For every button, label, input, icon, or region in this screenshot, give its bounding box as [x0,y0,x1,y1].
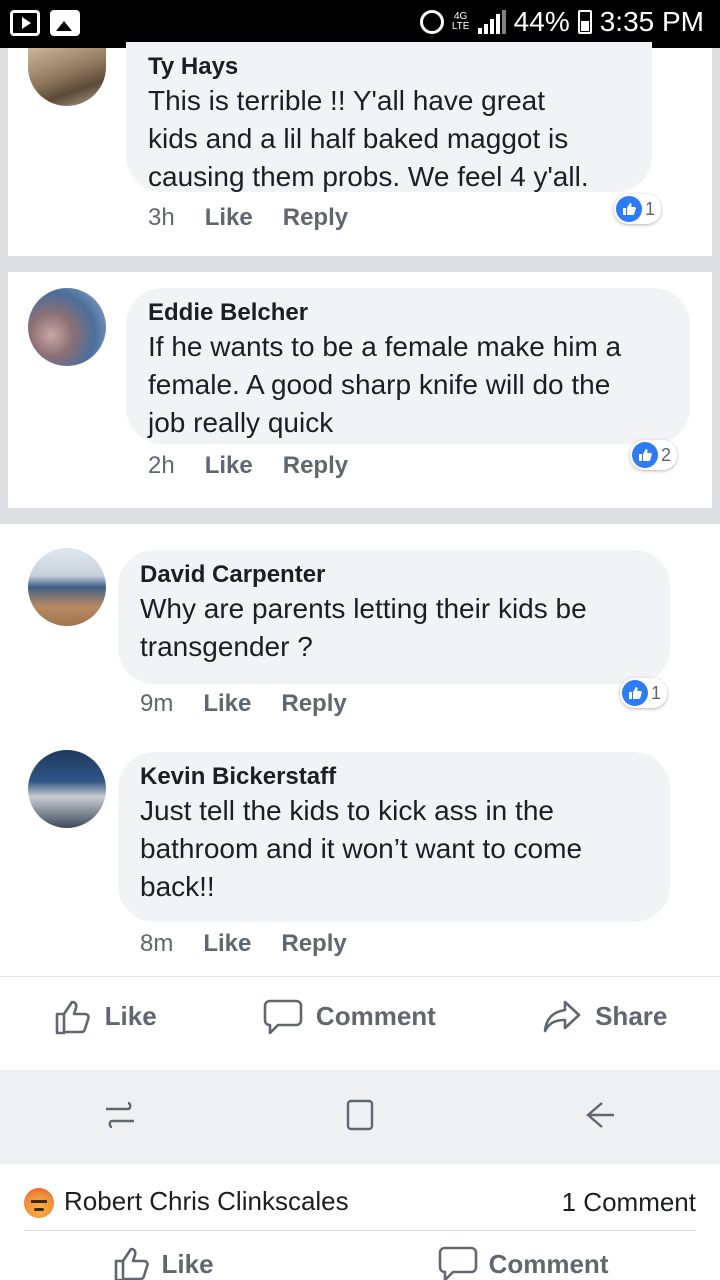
comment-bubble: Kevin Bickerstaff Just tell the kids to … [118,752,670,922]
reaction-count-number: 2 [661,444,672,465]
comment-text-line: Why are parents letting their kids be [140,593,587,624]
reaction-count-number: 1 [651,682,662,703]
comment-label: Comment [488,1248,609,1279]
comment-text-line: causing them probs. We feel 4 y'all. [148,161,589,192]
battery-icon [577,10,592,34]
comment-button[interactable]: Comment [437,1244,609,1280]
like-button[interactable]: Like [53,997,157,1037]
comment-reply-link[interactable]: Reply [281,930,346,958]
avatar[interactable] [28,548,106,626]
comment-reply-link[interactable]: Reply [283,204,348,232]
comment-meta: 3h Like Reply [148,204,348,232]
battery-percent: 44% [513,6,570,37]
signal-icon [477,10,506,34]
comment-time: 2h [148,452,175,479]
angry-reaction-icon [24,1188,54,1219]
comment-time: 8m [140,930,174,957]
reaction-count[interactable]: 2 [630,440,678,470]
alarm-icon [419,10,444,34]
comment-like-link[interactable]: Like [205,452,253,480]
share-button[interactable]: Share [541,997,667,1037]
comment-count[interactable]: 1 Comment [562,1187,696,1218]
reactor[interactable]: Robert Chris Clinkscales [24,1185,349,1219]
like-button[interactable]: Like [112,1244,214,1280]
status-bar: 4G LTE 44% 3:35 PM [0,0,720,48]
thumbs-up-icon [114,1247,149,1280]
recent-apps-icon [106,1101,134,1128]
comment-reply-link[interactable]: Reply [283,452,348,480]
comment-author[interactable]: Eddie Belcher [148,298,668,328]
comment-text-line: job really quick [148,407,334,438]
comment-text-line: bathroom and it won’t want to come [140,833,583,864]
comment-icon [263,999,303,1034]
gallery-icon [50,10,80,36]
comment-bubble: Eddie Belcher If he wants to be a female… [126,288,690,444]
comment-meta: 2h Like Reply [148,452,348,480]
thumbs-up-icon [55,1000,90,1034]
post-action-bar: Like Comment Share [0,976,720,1056]
system-nav-bar [0,1070,720,1164]
comment-card: Ty Hays This is terrible !! Y'all have g… [8,42,712,256]
comment-text-line: transgender ? [140,631,313,662]
notification-strip: Robert Chris Clinkscales 1 Comment Like … [0,1164,720,1280]
comment-reply-link[interactable]: Reply [281,690,346,718]
comment-text-line: This is terrible !! Y'all have great [148,85,546,116]
reaction-count-number: 1 [645,198,656,219]
like-label: Like [104,1001,157,1031]
home-button[interactable] [340,1095,380,1140]
avatar[interactable] [28,48,106,106]
avatar[interactable] [28,288,106,366]
avatar[interactable] [28,750,106,828]
share-label: Share [595,1001,668,1031]
reaction-count[interactable]: 1 [614,194,662,224]
comment-text-line: kids and a lil half baked maggot is [148,123,569,154]
divider [24,1230,696,1231]
recent-apps-button[interactable] [100,1095,140,1140]
reaction-count[interactable]: 1 [620,678,668,708]
share-icon [543,1000,581,1032]
comment-author[interactable]: Ty Hays [148,52,630,82]
comment-bubble: Ty Hays This is terrible !! Y'all have g… [126,42,652,192]
comment-like-link[interactable]: Like [203,690,251,718]
comment-button[interactable]: Comment [262,997,436,1037]
comment-bubble: David Carpenter Why are parents letting … [118,550,670,684]
like-reaction-icon [616,196,642,222]
comment-like-link[interactable]: Like [205,204,253,232]
like-label: Like [161,1248,214,1279]
comment-meta: 9m Like Reply [140,690,347,718]
like-reaction-icon [622,680,648,706]
youtube-icon [10,10,40,36]
back-icon [586,1101,614,1128]
comment-card: David Carpenter Why are parents letting … [0,524,720,1070]
comment-text-line: If he wants to be a female make him a [148,331,622,362]
comment-like-link[interactable]: Like [203,930,251,958]
comment-author[interactable]: Kevin Bickerstaff [140,762,648,792]
comment-icon [438,1246,477,1280]
clock: 3:35 PM [599,6,704,37]
comment-text-line: back!! [140,871,215,902]
comment-meta: 8m Like Reply [140,930,347,958]
reactor-name: Robert Chris Clinkscales [64,1185,349,1216]
comment-time: 3h [148,204,175,231]
network-type-label: 4G LTE [451,11,470,32]
comment-card: Eddie Belcher If he wants to be a female… [8,272,712,508]
comment-time: 9m [140,690,174,717]
comment-text-line: Just tell the kids to kick ass in the [140,795,554,826]
like-reaction-icon [632,442,658,468]
back-button[interactable] [580,1095,620,1140]
comment-author[interactable]: David Carpenter [140,560,648,590]
home-icon [346,1099,374,1130]
comment-label: Comment [315,1001,436,1031]
comment-text-line: female. A good sharp knife will do the [148,369,611,400]
